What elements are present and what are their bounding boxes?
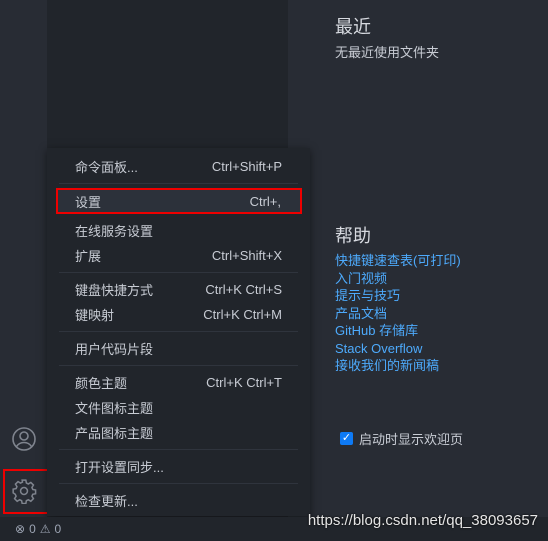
help-link-docs[interactable]: 产品文档 bbox=[335, 305, 461, 323]
help-link-shortcuts[interactable]: 快捷键速查表(可打印) bbox=[335, 252, 461, 270]
welcome-page: 最近 无最近使用文件夹 帮助 快捷键速查表(可打印) 入门视频 提示与技巧 产品… bbox=[288, 0, 548, 517]
menu-item-product-icon-theme[interactable]: 产品图标主题 bbox=[47, 420, 310, 445]
startup-label: 启动时显示欢迎页 bbox=[359, 432, 464, 447]
menu-separator bbox=[59, 483, 298, 484]
menu-label: 打开设置同步... bbox=[75, 460, 164, 475]
menu-label: 键盘快捷方式 bbox=[75, 283, 154, 298]
menu-label: 颜色主题 bbox=[75, 376, 128, 391]
menu-label: 在线服务设置 bbox=[75, 224, 154, 239]
menu-label: 检查更新... bbox=[75, 494, 138, 509]
error-count[interactable]: 0 bbox=[29, 522, 36, 536]
menu-shortcut: Ctrl+K Ctrl+M bbox=[203, 307, 282, 322]
checkbox-checked-icon[interactable]: ✓ bbox=[340, 432, 353, 445]
help-link-videos[interactable]: 入门视频 bbox=[335, 270, 461, 288]
menu-item-check-updates[interactable]: 检查更新... bbox=[47, 488, 310, 513]
menu-separator bbox=[59, 272, 298, 273]
menu-item-extensions[interactable]: 扩展 Ctrl+Shift+X bbox=[47, 243, 310, 268]
menu-shortcut: Ctrl+Shift+P bbox=[211, 159, 282, 174]
warning-icon[interactable]: ⚠ bbox=[40, 522, 51, 536]
help-link-github[interactable]: GitHub 存储库 bbox=[335, 322, 461, 340]
help-link-tips[interactable]: 提示与技巧 bbox=[335, 287, 461, 305]
menu-shortcut: Ctrl+Shift+X bbox=[211, 248, 282, 263]
menu-label: 设置 bbox=[75, 194, 102, 210]
menu-separator bbox=[59, 365, 298, 366]
menu-separator bbox=[59, 449, 298, 450]
help-link-stackoverflow[interactable]: Stack Overflow bbox=[335, 340, 461, 358]
menu-item-color-theme[interactable]: 颜色主题 Ctrl+K Ctrl+T bbox=[47, 370, 310, 395]
menu-item-file-icon-theme[interactable]: 文件图标主题 bbox=[47, 395, 310, 420]
activity-bar bbox=[0, 0, 54, 517]
menu-label: 命令面板... bbox=[75, 160, 138, 175]
menu-separator bbox=[59, 183, 298, 184]
menu-shortcut: Ctrl+K Ctrl+S bbox=[205, 282, 282, 297]
menu-item-keyboard-shortcuts[interactable]: 键盘快捷方式 Ctrl+K Ctrl+S bbox=[47, 277, 310, 302]
menu-item-online-settings[interactable]: 在线服务设置 bbox=[47, 218, 310, 243]
menu-shortcut: Ctrl+K Ctrl+T bbox=[206, 375, 282, 390]
help-title: 帮助 bbox=[335, 226, 371, 246]
watermark: https://blog.csdn.net/qq_38093657 bbox=[307, 512, 538, 529]
menu-separator bbox=[59, 331, 298, 332]
help-links: 快捷键速查表(可打印) 入门视频 提示与技巧 产品文档 GitHub 存储库 S… bbox=[335, 252, 461, 375]
menu-item-keymaps[interactable]: 键映射 Ctrl+K Ctrl+M bbox=[47, 302, 310, 327]
menu-label: 用户代码片段 bbox=[75, 342, 154, 357]
account-icon[interactable] bbox=[8, 423, 40, 455]
menu-label: 扩展 bbox=[75, 249, 102, 264]
warning-count[interactable]: 0 bbox=[55, 522, 62, 536]
menu-item-user-snippets[interactable]: 用户代码片段 bbox=[47, 336, 310, 361]
menu-item-settings[interactable]: 设置 Ctrl+, bbox=[56, 188, 302, 214]
menu-shortcut: Ctrl+, bbox=[249, 193, 281, 209]
menu-label: 文件图标主题 bbox=[75, 401, 154, 416]
menu-item-command-palette[interactable]: 命令面板... Ctrl+Shift+P bbox=[47, 154, 310, 179]
menu-label: 键映射 bbox=[75, 308, 115, 323]
menu-item-settings-sync[interactable]: 打开设置同步... bbox=[47, 454, 310, 479]
error-icon[interactable]: ⊗ bbox=[15, 522, 25, 536]
menu-label: 产品图标主题 bbox=[75, 426, 154, 441]
recent-title: 最近 bbox=[335, 17, 371, 37]
recent-empty-text: 无最近使用文件夹 bbox=[335, 45, 440, 60]
startup-checkbox[interactable]: ✓ 启动时显示欢迎页 bbox=[340, 429, 463, 448]
manage-menu: 命令面板... Ctrl+Shift+P 设置 Ctrl+, 在线服务设置 扩展 Ct… bbox=[47, 148, 310, 516]
help-link-newsletter[interactable]: 接收我们的新闻稿 bbox=[335, 357, 461, 375]
